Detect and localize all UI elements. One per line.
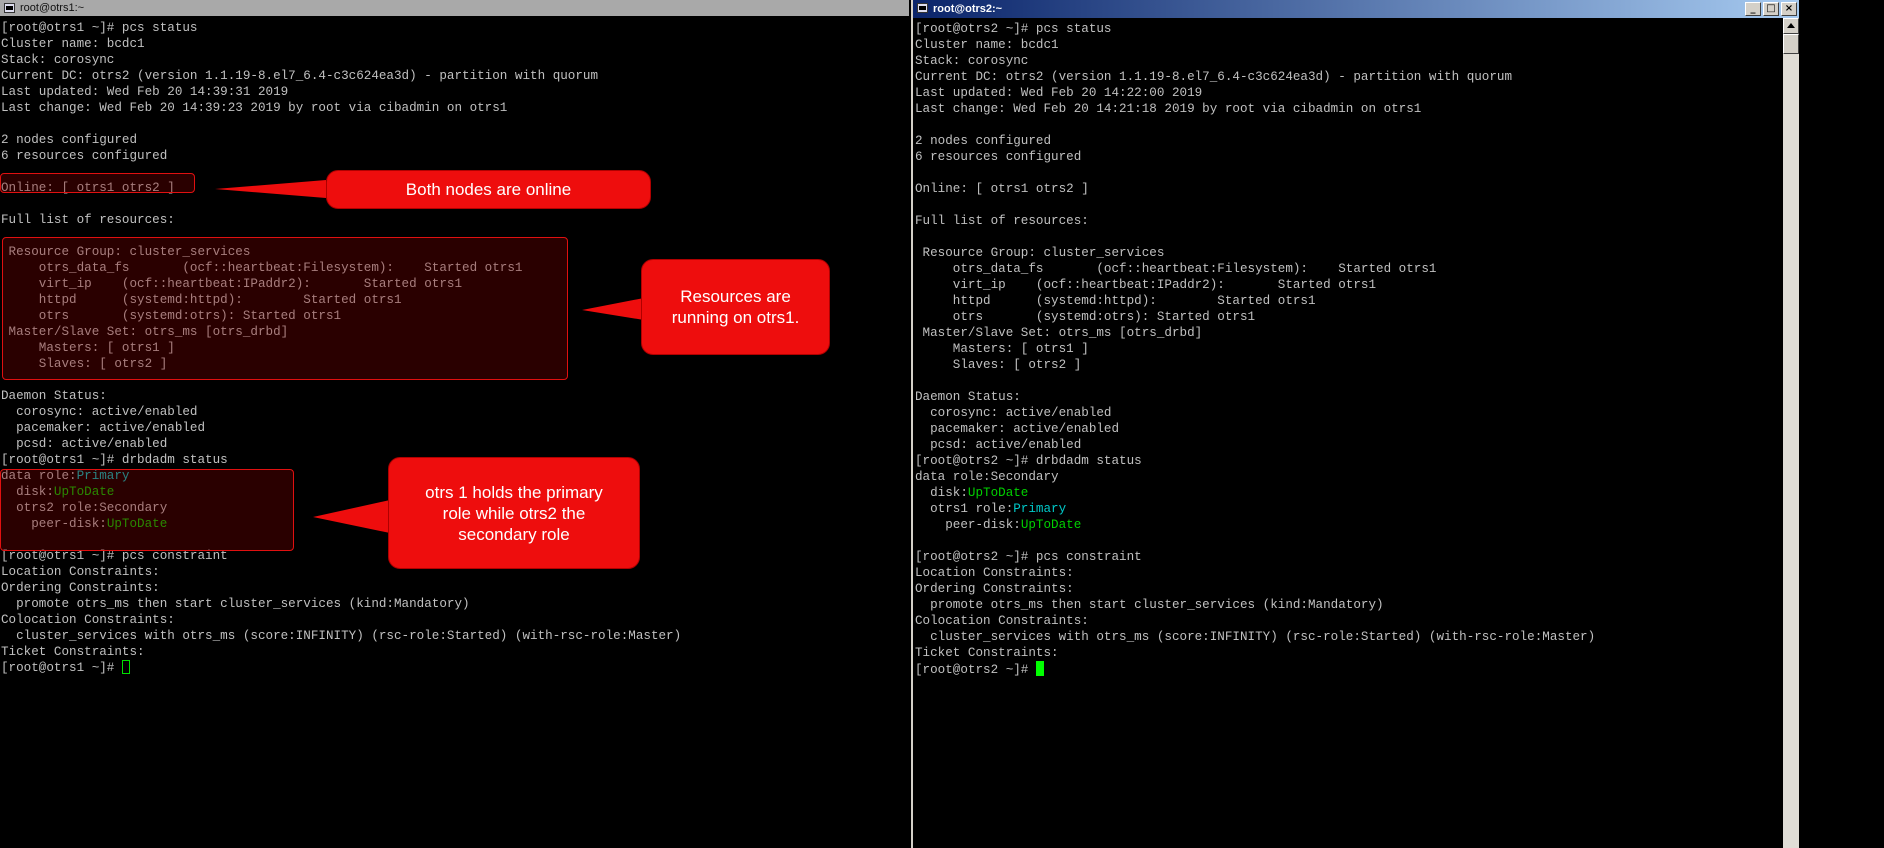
text-cursor bbox=[1035, 661, 1044, 676]
terminal-line: virt_ip (ocf::heartbeat:IPaddr2): Starte… bbox=[915, 278, 1377, 292]
resources-highlight-box bbox=[2, 237, 568, 380]
terminal-line: Ticket Constraints: bbox=[1, 645, 145, 659]
vertical-scrollbar[interactable] bbox=[1783, 18, 1799, 848]
window-titlebar[interactable]: root@otrs2:~ _ □ × bbox=[913, 0, 1799, 18]
terminal-line: Stack: corosync bbox=[915, 54, 1029, 68]
terminal-line: promote otrs_ms then start cluster_servi… bbox=[915, 598, 1384, 612]
drbd-peer-role-label: otrs1 role: bbox=[915, 502, 1014, 516]
drbd-line: peer-disk:UpToDate bbox=[915, 517, 1595, 533]
terminal-line: Daemon Status: bbox=[1, 389, 107, 403]
terminal-line: 6 resources configured bbox=[915, 150, 1082, 164]
terminal-line: otrs_data_fs (ocf::heartbeat:Filesystem)… bbox=[915, 262, 1437, 276]
text-cursor bbox=[121, 660, 130, 674]
terminal-line: Last change: Wed Feb 20 14:21:18 2019 by… bbox=[915, 102, 1422, 116]
terminal-line: Masters: [ otrs1 ] bbox=[915, 342, 1089, 356]
terminal-line: Colocation Constraints: bbox=[915, 614, 1089, 628]
terminal-line: pacemaker: active/enabled bbox=[915, 422, 1120, 436]
terminal-line: cluster_services with otrs_ms (score:INF… bbox=[915, 630, 1596, 644]
terminal-line: corosync: active/enabled bbox=[1, 405, 198, 419]
terminal-line: Last updated: Wed Feb 20 14:22:00 2019 bbox=[915, 86, 1203, 100]
terminal-window-otrs1[interactable]: root@otrs1:~ [root@otrs1 ~]# pcs status C… bbox=[0, 0, 909, 848]
terminal-line: cluster_services with otrs_ms (score:INF… bbox=[1, 629, 682, 643]
callout-primary-role: otrs 1 holds the primary role while otrs… bbox=[388, 457, 640, 569]
terminal-line: Ticket Constraints: bbox=[915, 646, 1059, 660]
terminal-line: Ordering Constraints: bbox=[1, 581, 160, 595]
drbd-line: otrs1 role:Primary bbox=[915, 501, 1595, 517]
putty-icon bbox=[4, 3, 15, 13]
callout-nodes-online: Both nodes are online bbox=[326, 170, 651, 209]
terminal-line: Colocation Constraints: bbox=[1, 613, 175, 627]
terminal-line: Cluster name: bcdc1 bbox=[915, 38, 1059, 52]
terminal-line: Resource Group: cluster_services bbox=[915, 246, 1165, 260]
window-title: root@otrs1:~ bbox=[20, 2, 85, 14]
putty-icon bbox=[917, 3, 928, 13]
terminal-line: 2 nodes configured bbox=[1, 133, 138, 147]
desktop-background bbox=[1799, 0, 1884, 848]
terminal-line: 2 nodes configured bbox=[915, 134, 1052, 148]
drbd-disk-value: UpToDate bbox=[967, 486, 1029, 500]
terminal-line: Location Constraints: bbox=[915, 566, 1074, 580]
terminal-output[interactable]: [root@otrs2 ~]# pcs status Cluster name: … bbox=[915, 21, 1595, 677]
terminal-line: Full list of resources: bbox=[915, 214, 1089, 228]
scrollbar-thumb[interactable] bbox=[1783, 34, 1799, 54]
terminal-line: Ordering Constraints: bbox=[915, 582, 1074, 596]
scroll-up-button[interactable] bbox=[1783, 18, 1799, 34]
terminal-window-otrs2[interactable]: root@otrs2:~ _ □ × [root@otrs2 ~]# pcs s… bbox=[911, 0, 1801, 848]
terminal-line: [root@otrs2 ~]# pcs status bbox=[915, 22, 1112, 36]
command-prompt[interactable]: [root@otrs1 ~]# bbox=[1, 660, 681, 676]
window-titlebar[interactable]: root@otrs1:~ bbox=[0, 0, 909, 16]
drbd-peer-role-value: Primary bbox=[1013, 502, 1067, 516]
maximize-button[interactable]: □ bbox=[1763, 2, 1779, 16]
minimize-button[interactable]: _ bbox=[1745, 2, 1761, 16]
terminal-line: Current DC: otrs2 (version 1.1.19-8.el7_… bbox=[915, 70, 1513, 84]
terminal-line: Stack: corosync bbox=[1, 53, 115, 67]
window-title: root@otrs2:~ bbox=[933, 3, 1003, 15]
terminal-line: Master/Slave Set: otrs_ms [otrs_drbd] bbox=[915, 326, 1203, 340]
drbd-peer-disk-value: UpToDate bbox=[1020, 518, 1082, 532]
terminal-line: Last change: Wed Feb 20 14:39:23 2019 by… bbox=[1, 101, 508, 115]
terminal-line: promote otrs_ms then start cluster_servi… bbox=[1, 597, 470, 611]
terminal-line: corosync: active/enabled bbox=[915, 406, 1112, 420]
terminal-line: pcsd: active/enabled bbox=[915, 438, 1082, 452]
terminal-line: [root@otrs1 ~]# pcs status bbox=[1, 21, 198, 35]
terminal-line: Cluster name: bcdc1 bbox=[1, 37, 145, 51]
terminal-line: otrs (systemd:otrs): Started otrs1 bbox=[915, 310, 1256, 324]
drbd-disk-label: disk: bbox=[915, 486, 968, 500]
terminal-line: Current DC: otrs2 (version 1.1.19-8.el7_… bbox=[1, 69, 599, 83]
terminal-line: [root@otrs2 ~]# pcs constraint bbox=[915, 550, 1142, 564]
drbd-peer-disk-label: peer-disk: bbox=[915, 518, 1021, 532]
drbd-highlight-box bbox=[0, 469, 294, 551]
close-button[interactable]: × bbox=[1781, 2, 1797, 16]
command-prompt[interactable]: [root@otrs2 ~]# bbox=[915, 661, 1595, 677]
drbd-line: data role:Secondary bbox=[915, 470, 1059, 484]
terminal-line: Slaves: [ otrs2 ] bbox=[915, 358, 1082, 372]
terminal-line: [root@otrs2 ~]# drbdadm status bbox=[915, 454, 1142, 468]
terminal-line: Daemon Status: bbox=[915, 390, 1021, 404]
callout-resources-running: Resources are running on otrs1. bbox=[641, 259, 830, 355]
terminal-line: Last updated: Wed Feb 20 14:39:31 2019 bbox=[1, 85, 289, 99]
terminal-line: Online: [ otrs1 otrs2 ] bbox=[915, 182, 1089, 196]
drbd-line: disk:UpToDate bbox=[915, 485, 1595, 501]
online-highlight-box bbox=[0, 173, 195, 193]
terminal-line: pcsd: active/enabled bbox=[1, 437, 168, 451]
terminal-line: pacemaker: active/enabled bbox=[1, 421, 206, 435]
terminal-line: Full list of resources: bbox=[1, 213, 175, 227]
terminal-line: 6 resources configured bbox=[1, 149, 168, 163]
terminal-line: httpd (systemd:httpd): Started otrs1 bbox=[915, 294, 1316, 308]
